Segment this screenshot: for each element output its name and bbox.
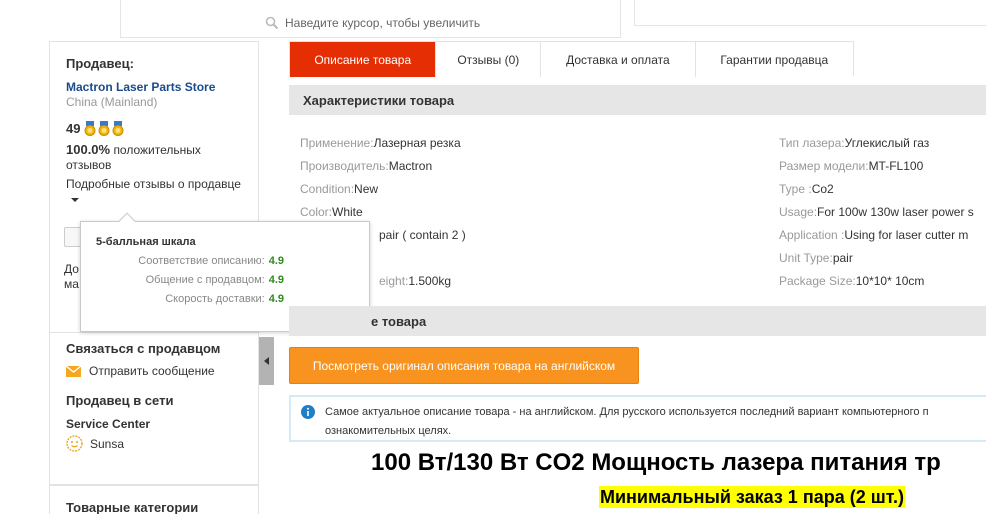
spec-item: Application :Using for laser cutter m — [779, 228, 968, 242]
spec-key: Тип лазера: — [779, 136, 845, 150]
tab-guarantees[interactable]: Гарантии продавца — [695, 42, 853, 77]
popup-row-label: Соответствие описанию: — [138, 255, 265, 267]
spec-item: Type :Co2 — [779, 182, 834, 196]
categories-title: Товарные категории — [66, 500, 199, 514]
popup-row-label: Общение с продавцом: — [145, 274, 265, 286]
send-message-text: Отправить сообщение — [89, 364, 215, 378]
spec-item: Размер модели:MT-FL100 — [779, 159, 923, 173]
spec-key: Type : — [779, 182, 812, 196]
spec-value: For 100w 130w laser power s — [817, 205, 974, 219]
spec-key: Usage: — [779, 205, 818, 219]
spec-item: Color:White — [300, 205, 363, 219]
seller-online-title: Продавец в сети — [66, 393, 174, 408]
contact-seller-title: Связаться с продавцом — [66, 341, 221, 356]
specs-header: Характеристики товара — [289, 85, 986, 115]
agent-sunsa[interactable]: Sunsa — [66, 435, 242, 452]
spec-item: eight:1.500kg — [379, 274, 451, 288]
spec-key: Package Size: — [779, 274, 856, 288]
minimum-order: Минимальный заказ 1 пара (2 шт.) — [599, 486, 905, 508]
spec-key: Размер модели: — [779, 159, 869, 173]
medal-icon — [84, 121, 96, 136]
spec-key: Производитель: — [300, 159, 389, 173]
tab-description[interactable]: Описание товара — [290, 42, 437, 77]
caret-down-icon — [71, 198, 79, 202]
spec-key: Application : — [779, 228, 845, 242]
product-title: 100 Вт/130 Вт CO2 Мощность лазера питани… — [371, 449, 941, 476]
agent-name: Sunsa — [90, 436, 125, 451]
spec-item: Usage:For 100w 130w laser power s — [779, 205, 974, 219]
spec-key: Применение: — [300, 136, 374, 150]
seller-title: Продавец: — [66, 56, 134, 71]
sidebar-collapse-toggle[interactable] — [259, 337, 274, 385]
top-right-panel — [634, 0, 986, 26]
info-icon — [301, 405, 315, 419]
partial-text: До — [64, 262, 79, 276]
chevron-left-icon — [264, 357, 269, 365]
spec-item: Тип лазера:Углекислый газ — [779, 136, 929, 150]
spec-item: Применение:Лазерная резка — [300, 136, 461, 150]
image-zoom-area: Наведите курсор, чтобы увеличить — [120, 0, 621, 38]
tab-reviews[interactable]: Отзывы (0) — [436, 42, 542, 77]
send-message-link[interactable]: Отправить сообщение — [66, 364, 242, 378]
spec-key: Color: — [300, 205, 333, 219]
spec-key: Condition: — [300, 182, 355, 196]
smiley-icon — [66, 435, 83, 452]
translation-notice-text: Самое актуальное описание товара - на ан… — [325, 406, 929, 437]
medal-icon — [98, 121, 110, 136]
detailed-feedback-text: Подробные отзывы о продавце — [66, 177, 241, 191]
contact-card: Связаться с продавцом Отправить сообщени… — [49, 333, 259, 485]
spec-value: Углекислый газ — [844, 136, 930, 150]
description-header: е товара — [289, 306, 986, 336]
spec-item: Package Size:10*10* 10cm — [779, 274, 924, 288]
spec-value: Co2 — [811, 182, 834, 196]
spec-value: Using for laser cutter m — [844, 228, 969, 242]
spec-key: eight: — [379, 274, 409, 288]
spec-value: Mactron — [388, 159, 433, 173]
positive-feedback: 100.0% положительных отзывов — [66, 142, 242, 173]
spec-value: pair ( contain 2 ) — [379, 228, 466, 242]
envelope-icon — [66, 365, 81, 377]
product-tabs: Описание товара Отзывы (0) Доставка и оп… — [289, 41, 854, 77]
spec-item: Condition:New — [300, 182, 378, 196]
categories-card: Товарные категории — [49, 485, 259, 514]
spec-item: pair ( contain 2 ) — [379, 228, 466, 242]
tab-shipping[interactable]: Доставка и оплата — [541, 42, 696, 77]
positive-percent: 100.0% — [66, 142, 111, 157]
zoom-hint-text: Наведите курсор, чтобы увеличить — [285, 16, 481, 30]
medals — [84, 121, 126, 136]
spec-item: Производитель:Mactron — [300, 159, 432, 173]
spec-value: White — [332, 205, 363, 219]
popup-row-score: 4.9 — [268, 274, 284, 286]
view-original-description-button[interactable]: Посмотреть оригинал описания товара на а… — [289, 347, 639, 384]
translation-notice: Самое актуальное описание товара - на ан… — [289, 395, 986, 442]
store-country: China (Mainland) — [66, 95, 158, 109]
popup-row-label: Скорость доставки: — [165, 293, 265, 305]
spec-value: Лазерная резка — [373, 136, 461, 150]
spec-value: 10*10* 10cm — [855, 274, 925, 288]
main-content: Описание товара Отзывы (0) Доставка и оп… — [289, 41, 986, 514]
store-name-link[interactable]: Mactron Laser Parts Store — [66, 80, 242, 94]
magnifier-icon — [265, 16, 279, 30]
spec-value: New — [354, 182, 379, 196]
spec-value: 1.500kg — [408, 274, 452, 288]
medal-icon — [112, 121, 124, 136]
service-center-label: Service Center — [66, 417, 151, 431]
seller-rating: 49 — [66, 121, 242, 136]
partial-text: ма — [64, 277, 79, 291]
rating-score: 49 — [66, 121, 81, 136]
spec-item: Unit Type:pair — [779, 251, 853, 265]
spec-value: pair — [832, 251, 853, 265]
detailed-feedback-link[interactable]: Подробные отзывы о продавце — [66, 177, 242, 202]
zoom-hint: Наведите курсор, чтобы увеличить — [265, 16, 480, 30]
description-header-text: е товара — [371, 313, 427, 329]
spec-value: MT-FL100 — [868, 159, 924, 173]
popup-row-score: 4.9 — [268, 255, 284, 267]
spec-key: Unit Type: — [779, 251, 833, 265]
popup-row-score: 4.9 — [268, 293, 284, 305]
